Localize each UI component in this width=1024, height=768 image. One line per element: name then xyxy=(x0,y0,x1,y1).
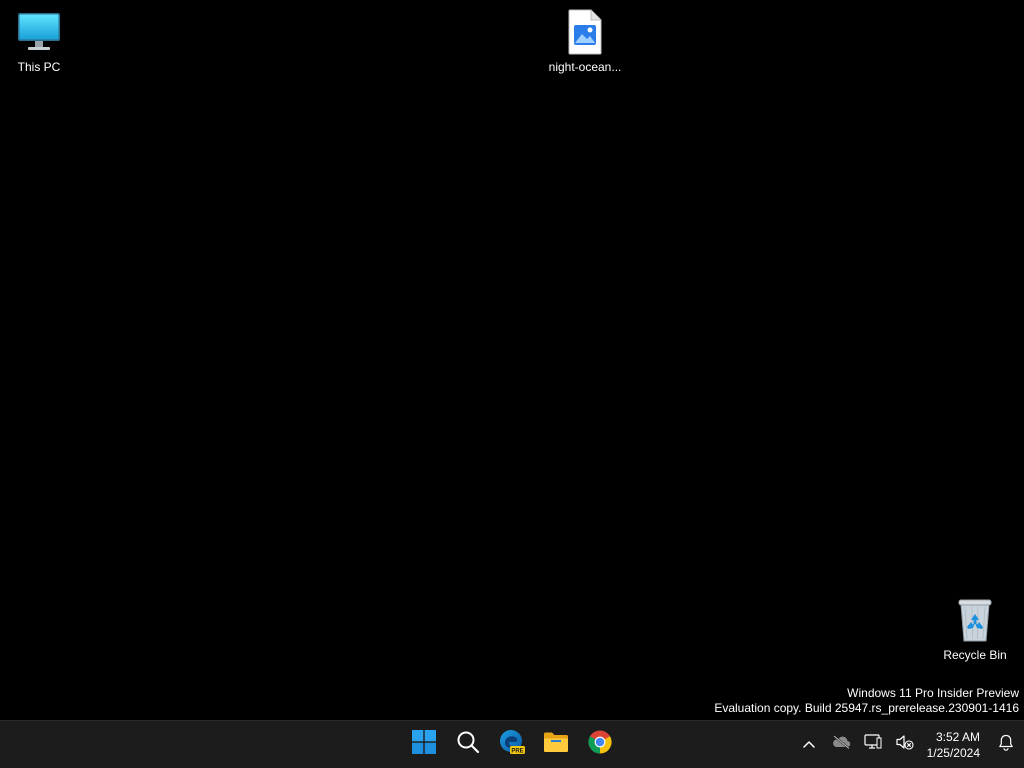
recycle-bin-icon xyxy=(951,596,999,644)
show-hidden-icons-button[interactable] xyxy=(793,725,825,765)
edge-preview-icon: PRE xyxy=(499,729,525,760)
desktop-icon-this-pc[interactable]: This PC xyxy=(0,8,79,74)
desktop-icon-label: night-ocean... xyxy=(548,60,622,74)
desktop-icon-label: This PC xyxy=(17,60,61,74)
network-button[interactable] xyxy=(857,725,889,765)
desktop-icon-label: Recycle Bin xyxy=(943,648,1007,662)
watermark-edition: Windows 11 Pro Insider Preview xyxy=(847,686,1019,700)
watermark-build: Evaluation copy. Build 25947.rs_prerelea… xyxy=(714,701,1019,715)
clock-button[interactable]: 3:52 AM 1/25/2024 xyxy=(921,729,988,761)
notifications-button[interactable] xyxy=(988,725,1024,765)
windows-start-icon xyxy=(412,730,436,759)
clock-time: 3:52 AM xyxy=(935,729,980,744)
search-button[interactable] xyxy=(446,725,490,765)
edge-badge-text: PRE xyxy=(511,748,523,754)
taskbar: PRE 3:52 AM 1/25/2024 xyxy=(0,720,1024,768)
file-explorer-icon xyxy=(543,730,569,759)
file-explorer-button[interactable] xyxy=(534,725,578,765)
onedrive-button[interactable] xyxy=(825,725,857,765)
chevron-up-icon xyxy=(802,736,816,754)
onedrive-icon xyxy=(831,735,851,754)
desktop[interactable]: This PC night-ocean... Recycle Bin Windo… xyxy=(0,0,1024,720)
evaluation-watermark: Windows 11 Pro Insider Preview Evaluatio… xyxy=(714,686,1019,716)
system-tray: 3:52 AM 1/25/2024 xyxy=(793,721,1024,768)
desktop-icon-recycle-bin[interactable]: Recycle Bin xyxy=(935,596,1015,662)
volume-button[interactable] xyxy=(889,725,921,765)
this-pc-icon xyxy=(15,8,63,56)
start-button[interactable] xyxy=(402,725,446,765)
chrome-button[interactable] xyxy=(578,725,622,765)
bell-icon xyxy=(998,734,1014,756)
desktop-icon-night-ocean[interactable]: night-ocean... xyxy=(545,8,625,74)
search-icon xyxy=(456,730,480,759)
clock-date: 1/25/2024 xyxy=(926,745,980,760)
edge-preview-button[interactable]: PRE xyxy=(490,725,534,765)
chrome-icon xyxy=(588,730,612,759)
volume-muted-icon xyxy=(896,734,914,755)
image-file-icon xyxy=(561,8,609,56)
network-icon xyxy=(864,734,882,755)
taskbar-pinned-apps: PRE xyxy=(402,721,622,768)
